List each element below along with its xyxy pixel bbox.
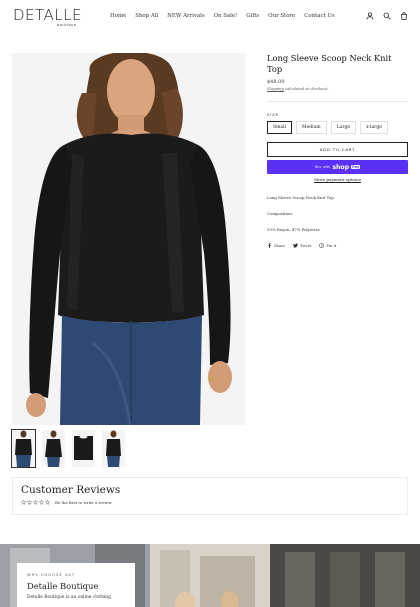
user-icon[interactable] [366,12,374,20]
twitter-icon [293,243,299,248]
share-twitter[interactable]: Tweet [293,243,311,248]
header-icons [366,12,408,20]
size-option-medium[interactable]: Medium [295,121,327,134]
rating-stars [21,500,50,505]
customer-reviews: Customer Reviews Be the first to write a… [12,477,408,515]
nav-on-sale[interactable]: On Sale! [214,13,238,19]
composition-label: Composition: [267,211,294,216]
product-price: $48.00 [267,79,285,85]
shipping-link[interactable]: Shipping [267,87,284,91]
size-label: SIZE [267,112,279,117]
site-header: DETALLE boutique Home Shop All NEW Arriv… [0,0,420,34]
star-icon [33,500,38,505]
search-icon[interactable] [383,12,391,20]
size-options: Small Medium Large x-large [267,121,408,134]
about-kicker: WHY CHOOSE US? [27,573,75,577]
star-icon [27,500,32,505]
product-main-image[interactable] [12,53,245,425]
reviews-title: Customer Reviews [21,484,121,496]
nav-new-arrivals[interactable]: NEW Arrivals [167,13,204,19]
shop-pay-pay: Pay [351,165,361,169]
thumbnail-2[interactable] [42,430,65,467]
share-twitter-label: Tweet [300,243,312,248]
star-icon [21,500,26,505]
share-pinterest[interactable]: Pin it [319,243,336,248]
thumbnail-3[interactable] [72,430,95,467]
nav-home[interactable]: Home [110,13,126,19]
pinterest-icon [319,243,325,248]
product-description: Long Sleeve Scoop Neck Knit Top [267,195,334,200]
nav-contact-us[interactable]: Contact Us [304,13,334,19]
social-share: Share Tweet Pin it [267,243,408,248]
logo[interactable]: DETALLE boutique [13,6,81,28]
about-card: WHY CHOOSE US? Detalle Boutique Detalle … [17,563,135,607]
material-text: 53% Rayon, 47% Polyester [267,227,320,232]
share-facebook-label: Share [274,243,286,248]
logo-subtitle: boutique [57,23,77,27]
star-icon [45,500,50,505]
nav-our-store[interactable]: Our Store [268,13,295,19]
thumbnail-4[interactable] [102,430,125,467]
shop-pay-buy-with: Buy with [314,165,331,169]
shipping-suffix: calculated at checkout. [284,87,329,91]
shipping-note: Shipping calculated at checkout. [267,87,408,91]
shop-pay-button[interactable]: Buy with shop Pay [267,160,408,174]
thumbnail-1[interactable] [11,429,36,468]
cart-icon[interactable] [400,12,408,20]
divider [267,101,408,102]
main-nav: Home Shop All NEW Arrivals On Sale! Gift… [110,13,335,19]
logo-text: DETALLE [13,6,82,24]
size-option-x-large[interactable]: x-large [360,121,388,134]
more-payment-options-link[interactable]: More payment options [267,177,408,182]
size-option-large[interactable]: Large [330,121,357,134]
product-photo [12,53,245,425]
product-thumbnails [11,429,125,468]
size-option-small[interactable]: Small [267,121,292,134]
share-facebook[interactable]: Share [267,243,285,248]
shop-pay-shop: shop [332,163,350,171]
about-title: Detalle Boutique [27,581,99,591]
share-pinterest-label: Pin it [326,243,337,248]
product-title: Long Sleeve Scoop Neck Knit Top [267,53,392,74]
product-info: Long Sleeve Scoop Neck Knit Top $48.00 S… [267,53,408,248]
nav-shop-all[interactable]: Shop All [135,13,158,19]
facebook-icon [268,243,271,248]
nav-gifts[interactable]: Gifts [246,13,259,19]
write-review-link[interactable]: Be the first to write a review [55,500,112,505]
about-text: Detalle Boutique is an online clothing [27,595,111,600]
star-icon [39,500,44,505]
add-to-cart-button[interactable]: ADD TO CART [267,142,408,157]
